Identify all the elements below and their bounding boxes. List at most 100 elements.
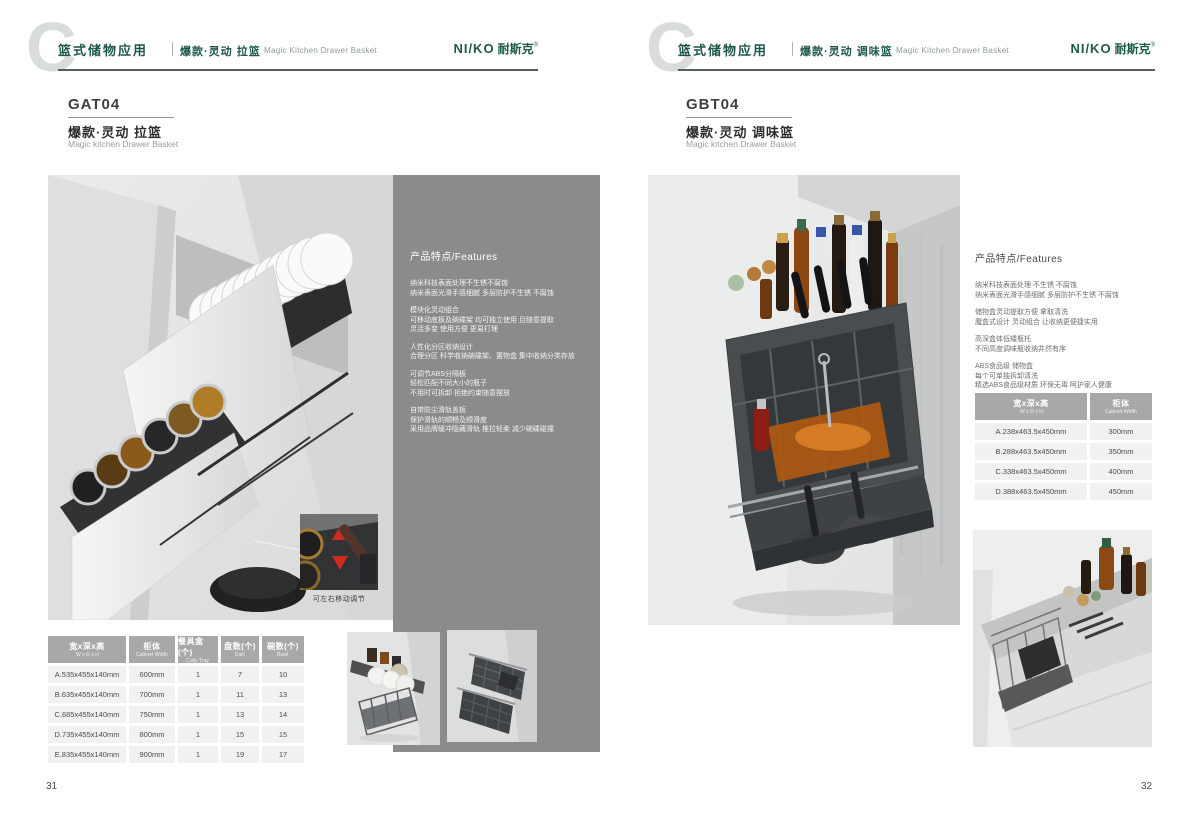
- feature-line: 纳米表面光滑手感细腻 多层防护不生锈 不腐蚀: [975, 291, 1187, 301]
- callout-caption: 可左右移动调节: [289, 594, 389, 604]
- feature-line: 纳米科技表面处理不生锈不腐蚀: [410, 279, 592, 289]
- table-cell: 14: [262, 706, 304, 723]
- logo-en-text: NI/KO: [1070, 41, 1111, 56]
- features-title: 产品特点/Features: [410, 248, 592, 263]
- table-cell: 300mm: [1090, 423, 1152, 440]
- header-zh: 柜体: [1113, 398, 1130, 409]
- feature-line: 采用品牌缓冲隐藏滑轨 推拉轻柔 减少碗碟碰撞: [410, 425, 592, 435]
- header-divider: [792, 42, 793, 56]
- spec-table: 宽x深x高 W x D x H 柜体 Cabinet Width 餐具盒(个) …: [48, 636, 304, 766]
- table-cell: 800mm: [129, 726, 175, 743]
- table-row: B.635x455x140mm 700mm 1 11 13: [48, 686, 304, 703]
- detail-inset-photo: [300, 514, 378, 590]
- feature-group: 纳米科技表面处理 不生锈 不腐蚀 纳米表面光滑手感细腻 多层防护不生锈 不腐蚀: [975, 281, 1187, 300]
- header-en: Dish: [235, 652, 245, 657]
- table-cell: 750mm: [129, 706, 175, 723]
- header-divider: [172, 42, 173, 56]
- header-subtitle-en: Magic Kitchen Drawer Basket: [896, 46, 1009, 55]
- table-header-cell: 宽x深x高 W x D x H: [48, 636, 126, 663]
- table-cell: 1: [178, 666, 218, 683]
- features-block: 产品特点/Features 纳米科技表面处理不生锈不腐蚀 纳米表面光滑手感细腻 …: [410, 248, 592, 443]
- header-en: W x D x H: [76, 652, 99, 657]
- table-header-cell: 碗数(个) Bowl: [262, 636, 304, 663]
- table-row: C.338x463.5x450mm 400mm: [975, 463, 1152, 480]
- table-row: C.685x455x140mm 750mm 1 13 14: [48, 706, 304, 723]
- logo-en-text: NI/KO: [453, 41, 494, 56]
- countertop-basket-illustration: [973, 530, 1152, 747]
- spec-table: 宽x深x高 W x D x H 柜体 Cabinet Width A.238x4…: [975, 393, 1152, 503]
- table-row: A.238x463.5x450mm 300mm: [975, 423, 1152, 440]
- feature-group: 自带防尘滑轨盖板 保护滑轨的顺畅及顺滑度 采用品牌缓冲隐藏滑轨 推拉轻柔 减少碗…: [410, 406, 592, 435]
- seasoning-basket-illustration: [648, 175, 960, 625]
- table-cell: 450mm: [1090, 483, 1152, 500]
- header-category: 篮式储物应用: [678, 40, 768, 59]
- table-row: D.735x455x140mm 800mm 1 15 15: [48, 726, 304, 743]
- feature-group: 模块化灵动组合 可移动底板及碗碟架 均可独立使用 且随意提取 灵活多变 使用方便…: [410, 306, 592, 335]
- feature-group: 高深盒体低矮瓶托 不同高度调味瓶收纳井然有序: [975, 335, 1187, 354]
- model-code: GAT04: [68, 96, 120, 113]
- table-row: E.835x455x140mm 900mm 1 19 17: [48, 746, 304, 763]
- header-en: W x D x H: [1020, 409, 1043, 414]
- table-cell: 350mm: [1090, 443, 1152, 460]
- feature-line: 不同高度调味瓶收纳井然有序: [975, 345, 1187, 355]
- table-cell: 900mm: [129, 746, 175, 763]
- table-cell: 700mm: [129, 686, 175, 703]
- table-header-cell: 餐具盒(个) Cutly Tray: [178, 636, 218, 663]
- product-title-en: Magic kitchen Drawer Basket: [68, 139, 178, 149]
- feature-group: 人性化分区收纳设计 合理分区 科学收纳碗碟架、置物盒 集中收纳分类存放: [410, 343, 592, 362]
- table-cell: 17: [262, 746, 304, 763]
- table-cell: C.685x455x140mm: [48, 706, 126, 723]
- table-row: D.388x463.5x450mm 450mm: [975, 483, 1152, 500]
- page-number: 32: [1141, 781, 1152, 792]
- table-header-row: 宽x深x高 W x D x H 柜体 Cabinet Width 餐具盒(个) …: [48, 636, 304, 663]
- feature-line: 轻松匹配不同大小的瓶子: [410, 379, 592, 389]
- feature-group: 纳米科技表面处理不生锈不腐蚀 纳米表面光滑手感细腻 多层防护不生锈 不腐蚀: [410, 279, 592, 298]
- table-cell: E.835x455x140mm: [48, 746, 126, 763]
- feature-line: 精选ABS食品级材质 环保无毒 呵护家人健康: [975, 381, 1187, 391]
- table-cell: A.238x463.5x450mm: [975, 423, 1087, 440]
- table-cell: 15: [262, 726, 304, 743]
- table-cell: 13: [221, 706, 259, 723]
- model-underline: [68, 117, 174, 118]
- header-zh: 柜体: [144, 641, 161, 652]
- small-product-photo-1: [347, 632, 440, 745]
- table-cell: 19: [221, 746, 259, 763]
- feature-line: 保护滑轨的顺畅及顺滑度: [410, 416, 592, 426]
- table-cell: 1: [178, 726, 218, 743]
- table-header-cell: 盘数(个) Dish: [221, 636, 259, 663]
- table-cell: 13: [262, 686, 304, 703]
- table-cell: B.635x455x140mm: [48, 686, 126, 703]
- header-rule: [678, 69, 1155, 71]
- feature-line: 自带防尘滑轨盖板: [410, 406, 592, 416]
- header-en: Cabinet Width: [136, 652, 168, 657]
- table-cell: 11: [221, 686, 259, 703]
- logo-cn-text: 耐斯克: [498, 42, 534, 56]
- header-subtitle: 爆款·灵动 调味篮: [800, 43, 893, 59]
- header-category: 篮式储物应用: [58, 40, 148, 59]
- feature-line: 每个可单独拆卸清洗: [975, 372, 1187, 382]
- feature-line: 灵活多变 使用方便 更易打理: [410, 325, 592, 335]
- features-title: 产品特点/Features: [975, 250, 1187, 265]
- feature-line: 可调节ABS分隔板: [410, 370, 592, 380]
- header-subtitle: 爆款·灵动 拉篮: [180, 43, 261, 59]
- page-number: 31: [46, 781, 57, 792]
- main-product-photo-seasoning-basket: [648, 175, 960, 625]
- logo-reg-mark: ®: [534, 43, 538, 49]
- table-cell: C.338x463.5x450mm: [975, 463, 1087, 480]
- header-zh: 宽x深x高: [69, 641, 104, 652]
- small-product-photo-2: [447, 630, 537, 742]
- model-underline: [686, 117, 792, 118]
- feature-line: ABS食品级 储物盒: [975, 362, 1187, 372]
- table-cell: 10: [262, 666, 304, 683]
- feature-group: 储物盒灵动提取方便 拿取清洗 魔盒式设计 灵动组合 让收纳更便捷实用: [975, 308, 1187, 327]
- feature-line: 可移动底板及碗碟架 均可独立使用 且随意提取: [410, 316, 592, 326]
- feature-line: 高深盒体低矮瓶托: [975, 335, 1187, 345]
- logo-cn-text: 耐斯克: [1115, 42, 1151, 56]
- table-cell: 1: [178, 706, 218, 723]
- header-subtitle-en: Magic Kitchen Drawer Basket: [264, 46, 377, 55]
- header-en: Cabinet Width: [1105, 409, 1137, 414]
- table-cell: 1: [178, 686, 218, 703]
- nisko-logo: NI/KO 耐斯克®: [443, 40, 538, 58]
- header-zh: 碗数(个): [267, 641, 299, 652]
- header-zh: 餐具盒(个): [178, 636, 218, 658]
